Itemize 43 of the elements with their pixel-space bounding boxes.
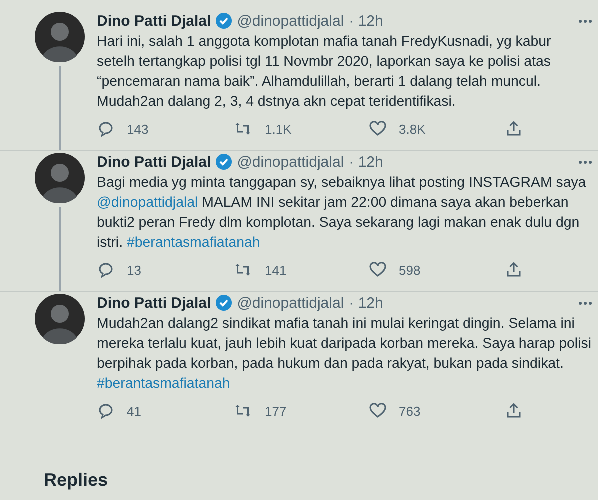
reply-count: 41 [127, 404, 142, 418]
avatar[interactable] [34, 12, 84, 62]
mention-link[interactable]: @dinopattidjalal [97, 195, 198, 211]
like-count: 763 [399, 404, 421, 418]
author-handle[interactable]: @dinopattidjalal [237, 12, 344, 30]
reply-count: 13 [127, 262, 142, 278]
author-handle[interactable]: @dinopattidjalal [237, 294, 344, 312]
heart-icon[interactable] [369, 120, 387, 138]
author-name[interactable]: Dino Patti Djalal [97, 154, 212, 170]
retweet-icon[interactable] [233, 261, 253, 279]
retweet-count: 141 [265, 262, 287, 278]
tweet-time: · 12h [349, 294, 384, 312]
author-name[interactable]: Dino Patti Djalal [97, 12, 212, 30]
reply-icon[interactable] [97, 402, 115, 420]
share-icon[interactable] [505, 402, 523, 420]
tweet-text: Mudah2an dalang2 sindikat mafia tanah ini mulai keringat dingin. Selama ini mereka terlalu kuat, jauh lebih kuat daripada korban mereka. Saya harap polisi berpihak pada korban, pada hukum dan pada rakyat, bukan pada sindikat. #berantasmafiatanah [97, 315, 592, 394]
reply-icon[interactable] [97, 120, 115, 138]
tweet-text: Hari ini, salah 1 anggota komplotan mafia tanah FredyKusnadi, yg kabur setelh tertangkap polisi tgl 11 Novmbr 2020, laporkan saya ke polisi atas “pencemaran nama baik”. Alhamdulillah, berarti 1 dalang telah muncul. Mudah2an dalang 2, 3, 4 dstnya akn cepat teridentifikasi. [97, 33, 552, 112]
heart-icon[interactable] [369, 402, 387, 420]
tweet-text: Bagi media yg minta tanggapan sy, sebaiknya lihat posting INSTAGRAM saya @dinopattidjalal MALAM INI sekitar jam 22:00 dimana saya akan beberkan bukti2 peran Fredy dlm komplotan. Saya sekarang lagi makan enak dulu dgn istri. #berantasmafiatanah [97, 174, 588, 253]
reply-icon[interactable] [97, 261, 115, 279]
author-handle[interactable]: @dinopattidjalal [237, 154, 344, 170]
share-icon[interactable] [505, 261, 523, 279]
retweet-icon[interactable] [233, 402, 253, 420]
hashtag-link[interactable]: #berantasmafiatanah [97, 376, 230, 392]
reply-count: 143 [127, 122, 149, 136]
retweet-count: 177 [265, 404, 287, 418]
more-icon[interactable] [579, 160, 592, 164]
retweet-icon[interactable] [233, 120, 253, 138]
retweet-count: 1.1K [265, 122, 292, 136]
hashtag-link[interactable]: #berantasmafiatanah [126, 235, 260, 251]
replies-heading: Replies [44, 470, 108, 491]
avatar[interactable] [34, 153, 84, 203]
tweet-time: · 12h [349, 154, 384, 170]
more-icon[interactable] [579, 302, 592, 304]
more-icon[interactable] [579, 20, 592, 22]
share-icon[interactable] [505, 120, 523, 138]
like-count: 598 [399, 262, 421, 278]
like-count: 3.8K [399, 122, 426, 136]
tweet-time: · 12h [349, 12, 384, 30]
avatar[interactable] [34, 294, 84, 344]
heart-icon[interactable] [369, 261, 387, 279]
author-name[interactable]: Dino Patti Djalal [97, 294, 212, 312]
